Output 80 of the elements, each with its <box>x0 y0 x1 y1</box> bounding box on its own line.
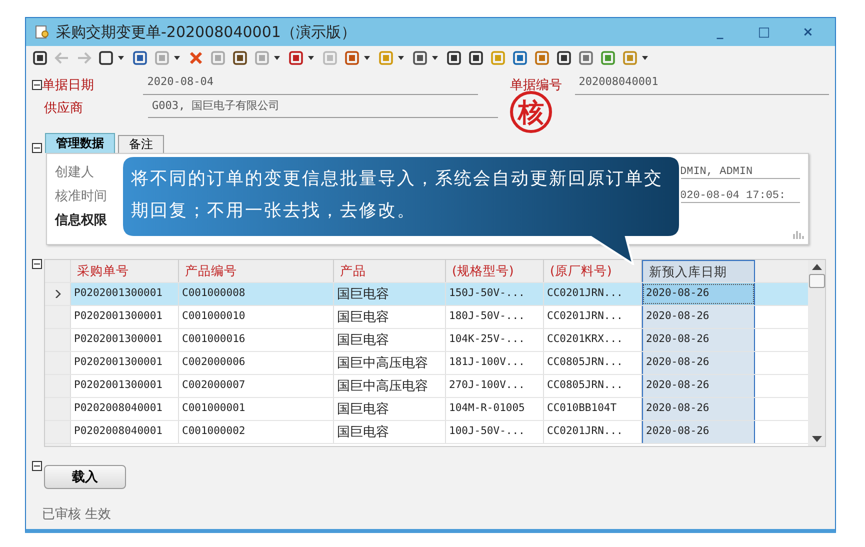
tooltip-text: 将不同的订单的变更信息批量导入，系统会自动更新回原订单交期回复；不用一张去找，去修改。 <box>131 168 664 223</box>
table-cell: 2020-08-26 <box>642 283 755 305</box>
caret-icon[interactable] <box>118 56 124 60</box>
minimize-button[interactable]: _ <box>701 24 739 40</box>
app-icon <box>34 24 50 40</box>
column-header[interactable]: 产品编号 <box>179 260 334 282</box>
table-cell: P0202001300001 <box>71 283 179 305</box>
scroll-down-icon[interactable] <box>812 436 822 442</box>
table-cell: 国巨中高压电容 <box>334 352 446 374</box>
row-pointer-icon <box>54 290 60 298</box>
table-cell: 2020-08-26 <box>642 352 755 374</box>
table-cell: 2020-08-26 <box>642 306 755 328</box>
table-cell: C001000008 <box>179 283 334 305</box>
maximize-button[interactable]: □ <box>745 24 783 40</box>
table-cell: 国巨中高压电容 <box>334 375 446 397</box>
collapse-icon[interactable] <box>32 80 42 90</box>
caret-icon[interactable] <box>364 56 370 60</box>
field-label: 创建人 <box>55 164 94 181</box>
table-cell: 国巨电容 <box>334 283 446 305</box>
scrollbar[interactable] <box>808 260 825 446</box>
table-cell: P0202008040001 <box>71 421 179 443</box>
table-cell: C002000007 <box>179 375 334 397</box>
table-cell: C001000002 <box>179 421 334 443</box>
collapse-icon[interactable] <box>32 259 42 269</box>
tab[interactable]: 备注 <box>118 135 164 153</box>
caret-icon[interactable] <box>308 56 314 60</box>
delete-icon[interactable] <box>187 49 205 67</box>
field-label: 单据日期 <box>42 76 95 94</box>
table-cell: 2020-08-26 <box>642 329 755 351</box>
table-cell: 2020-08-26 <box>642 421 755 443</box>
number-field[interactable]: 202008040001 <box>574 74 829 94</box>
table-cell: 国巨电容 <box>334 306 446 328</box>
column-header[interactable]: 采购单号 <box>71 260 179 282</box>
caret-icon[interactable] <box>274 56 280 60</box>
table-cell: P0202001300001 <box>71 306 179 328</box>
table-cell: 104M-R-01005 <box>446 398 544 420</box>
table-cell: P0202001300001 <box>71 375 179 397</box>
table-cell: 国巨电容 <box>334 421 446 443</box>
field-label: 供应商 <box>43 100 84 116</box>
caret-icon[interactable] <box>398 56 404 60</box>
table-cell: C001000010 <box>179 306 334 328</box>
tab[interactable]: 管理数据 <box>45 133 115 153</box>
collapse-icon[interactable] <box>32 461 42 471</box>
caret-icon[interactable] <box>432 56 438 60</box>
table-cell: 104K-25V-... <box>446 329 544 351</box>
column-header[interactable]: 新预入库日期 <box>642 260 755 282</box>
date-field[interactable]: 2020-08-04 <box>143 74 478 94</box>
table-cell: 180J-50V-... <box>446 306 544 328</box>
table-cell: P0202008040001 <box>71 398 179 420</box>
table-cell: 2020-08-26 <box>642 398 755 420</box>
row-header[interactable] <box>45 283 71 305</box>
load-button[interactable]: 载入 <box>44 465 126 489</box>
status-text: 已审核 生效 <box>42 506 112 523</box>
scroll-thumb[interactable] <box>808 274 824 288</box>
caret-icon[interactable] <box>174 56 180 60</box>
window-title: 采购交期变更单-202008040001（演示版） <box>56 22 357 42</box>
field-label: 核准时间 <box>55 188 107 205</box>
field-label: 单据编号 <box>510 76 563 94</box>
resize-grip-icon <box>792 228 804 240</box>
table-cell: P0202001300001 <box>71 329 179 351</box>
table-cell: 2020-08-26 <box>642 375 755 397</box>
table-cell: 100J-50V-... <box>446 421 544 443</box>
column-header[interactable]: (规格型号) <box>446 260 544 282</box>
scroll-up-icon[interactable] <box>812 264 822 270</box>
table-cell: 150J-50V-... <box>446 283 544 305</box>
table-cell: 国巨电容 <box>334 398 446 420</box>
table-cell: C001000016 <box>179 329 334 351</box>
supplier-field[interactable]: G003, 国巨电子有限公司 <box>148 98 498 118</box>
column-header[interactable]: 产品 <box>334 260 446 282</box>
table-cell: C002000006 <box>179 352 334 374</box>
table-cell: 国巨电容 <box>334 329 446 351</box>
table-cell: P0202001300001 <box>71 352 179 374</box>
caret-icon[interactable] <box>642 56 648 60</box>
table-cell: 181J-100V... <box>446 352 544 374</box>
field-label: 信息权限 <box>55 212 107 229</box>
table-cell: C001000001 <box>179 398 334 420</box>
close-button[interactable]: × <box>789 24 827 40</box>
approval-stamp: 核 <box>510 91 552 133</box>
collapse-icon[interactable] <box>32 143 42 153</box>
table-cell: 270J-100V... <box>446 375 544 397</box>
